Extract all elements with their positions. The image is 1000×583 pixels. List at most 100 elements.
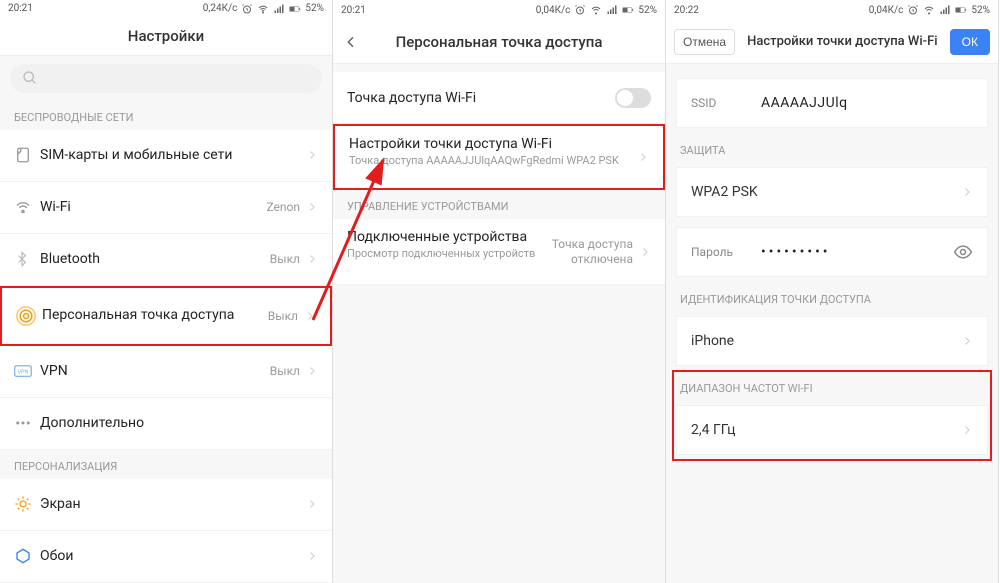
display-icon bbox=[14, 495, 32, 513]
row-value: Zenon bbox=[266, 200, 300, 214]
alarm-icon bbox=[241, 3, 253, 15]
row-bluetooth[interactable]: Bluetooth Выкл bbox=[0, 234, 332, 286]
row-value: Точка доступа отключена bbox=[543, 237, 633, 266]
signal-icon bbox=[273, 3, 285, 15]
band-select[interactable]: 2,4 ГГц bbox=[676, 405, 988, 455]
ap-settings-header: Отмена Настройки точки доступа Wi-Fi ОК bbox=[666, 20, 998, 64]
wallpaper-icon bbox=[14, 547, 32, 565]
row-label: VPN bbox=[40, 363, 270, 379]
password-field[interactable]: Пароль ••••••••• bbox=[676, 227, 988, 277]
wifi-icon bbox=[590, 4, 602, 16]
row-label: Bluetooth bbox=[40, 251, 270, 267]
row-vpn[interactable]: VPN VPN Выкл bbox=[0, 346, 332, 398]
battery-icon bbox=[289, 3, 301, 15]
row-value: Выкл bbox=[270, 252, 300, 266]
row-label: Обои bbox=[40, 548, 306, 564]
ok-button[interactable]: ОК bbox=[950, 29, 990, 55]
field-label: SSID bbox=[691, 96, 761, 110]
battery-icon bbox=[955, 4, 967, 16]
hotspot-header: Персональная точка доступа bbox=[333, 20, 665, 64]
section-personalization: ПЕРСОНАЛИЗАЦИЯ bbox=[0, 450, 332, 479]
row-label: Подключенные устройства bbox=[347, 229, 543, 245]
chevron-right-icon bbox=[961, 424, 973, 436]
search-input[interactable] bbox=[10, 64, 322, 93]
section-ident: ИДЕНТИФИКАЦИЯ ТОЧКИ ДОСТУПА bbox=[666, 283, 998, 312]
status-datarate: 0,24К/с bbox=[203, 3, 238, 14]
battery-icon bbox=[622, 4, 634, 16]
row-wallpaper[interactable]: Обои bbox=[0, 531, 332, 583]
status-battery: 52% bbox=[305, 3, 324, 14]
row-ap-settings[interactable]: Настройки точки доступа Wi-Fi Точка дост… bbox=[333, 124, 665, 190]
chevron-right-icon bbox=[306, 365, 318, 377]
field-label: Пароль bbox=[691, 245, 761, 259]
select-value: iPhone bbox=[691, 333, 961, 349]
search-icon bbox=[22, 70, 38, 86]
section-band: ДИАПАЗОН ЧАСТОТ WI-FI bbox=[666, 372, 998, 401]
chevron-right-icon bbox=[961, 335, 973, 347]
hotspot-icon bbox=[16, 306, 36, 326]
status-time: 20:22 bbox=[674, 5, 699, 16]
chevron-right-icon bbox=[637, 151, 649, 163]
row-wifi[interactable]: Wi-Fi Zenon bbox=[0, 182, 332, 234]
row-sim[interactable]: SIM-карты и мобильные сети bbox=[0, 130, 332, 182]
section-security: ЗАЩИТА bbox=[666, 134, 998, 163]
signal-icon bbox=[606, 4, 618, 16]
section-wireless: БЕСПРОВОДНЫЕ СЕТИ bbox=[0, 101, 332, 130]
back-icon[interactable] bbox=[343, 34, 359, 50]
security-select[interactable]: WPA2 PSK bbox=[676, 167, 988, 217]
svg-text:VPN: VPN bbox=[18, 370, 29, 376]
row-label: SIM-карты и мобильные сети bbox=[40, 147, 306, 163]
chevron-right-icon bbox=[306, 201, 318, 213]
row-hotspot[interactable]: Персональная точка доступа Выкл bbox=[0, 286, 332, 346]
chevron-right-icon bbox=[306, 253, 318, 265]
ssid-field[interactable]: SSID AAAAAJJUlq bbox=[676, 78, 988, 128]
toggle-switch[interactable] bbox=[615, 88, 651, 108]
row-more[interactable]: Дополнительно bbox=[0, 398, 332, 450]
row-label: Wi-Fi bbox=[40, 199, 266, 215]
row-sublabel: Точка доступа AAAAAJJUlqAAQwFgRedmi WPA2… bbox=[349, 154, 637, 167]
status-datarate: 0,04К/с bbox=[869, 5, 904, 16]
field-value: AAAAAJJUlq bbox=[761, 95, 973, 111]
row-display[interactable]: Экран bbox=[0, 479, 332, 531]
select-value: WPA2 PSK bbox=[691, 184, 961, 200]
page-title: Настройки bbox=[128, 27, 204, 45]
sim-icon bbox=[14, 146, 32, 164]
alarm-icon bbox=[907, 4, 919, 16]
field-value: ••••••••• bbox=[761, 244, 953, 260]
chevron-right-icon bbox=[306, 498, 318, 510]
wifi-icon bbox=[14, 198, 32, 216]
vpn-icon: VPN bbox=[14, 364, 32, 378]
row-connected-devices[interactable]: Подключенные устройства Просмотр подключ… bbox=[333, 219, 665, 285]
row-ap-toggle[interactable]: Точка доступа Wi-Fi bbox=[333, 72, 665, 124]
eye-icon[interactable] bbox=[953, 242, 973, 262]
chevron-right-icon bbox=[306, 149, 318, 161]
ident-select[interactable]: iPhone bbox=[676, 316, 988, 366]
row-label: Персональная точка доступа bbox=[42, 307, 268, 325]
row-label: Дополнительно bbox=[40, 415, 318, 431]
status-bar: 20:21 0,04К/с 52% bbox=[333, 0, 665, 20]
more-icon bbox=[14, 414, 32, 432]
row-label: Настройки точки доступа Wi-Fi bbox=[349, 136, 637, 152]
status-bar: 20:21 0,24К/с 52% bbox=[0, 0, 332, 17]
cancel-button[interactable]: Отмена bbox=[674, 29, 735, 55]
select-value: 2,4 ГГц bbox=[691, 422, 961, 438]
wifi-icon bbox=[923, 4, 935, 16]
alarm-icon bbox=[574, 4, 586, 16]
hotspot-panel: 20:21 0,04К/с 52% Персональная точка дос… bbox=[333, 0, 666, 583]
signal-icon bbox=[939, 4, 951, 16]
status-battery: 52% bbox=[971, 5, 990, 16]
row-value: Выкл bbox=[268, 309, 298, 323]
chevron-right-icon bbox=[304, 310, 316, 322]
row-value: Выкл bbox=[270, 364, 300, 378]
status-battery: 52% bbox=[638, 5, 657, 16]
status-bar: 20:22 0,04К/с 52% bbox=[666, 0, 998, 20]
chevron-right-icon bbox=[306, 550, 318, 562]
page-title: Настройки точки доступа Wi-Fi bbox=[743, 34, 942, 49]
page-title: Персональная точка доступа bbox=[396, 33, 603, 51]
status-time: 20:21 bbox=[341, 5, 366, 16]
settings-panel: 20:21 0,24К/с 52% Настройки БЕСПРОВОДНЫЕ… bbox=[0, 0, 333, 583]
row-sublabel: Просмотр подключенных устройств bbox=[347, 247, 543, 260]
section-device-mgmt: УПРАВЛЕНИЕ УСТРОЙСТВАМИ bbox=[333, 190, 665, 219]
bluetooth-icon bbox=[14, 251, 30, 267]
chevron-right-icon bbox=[639, 246, 651, 258]
